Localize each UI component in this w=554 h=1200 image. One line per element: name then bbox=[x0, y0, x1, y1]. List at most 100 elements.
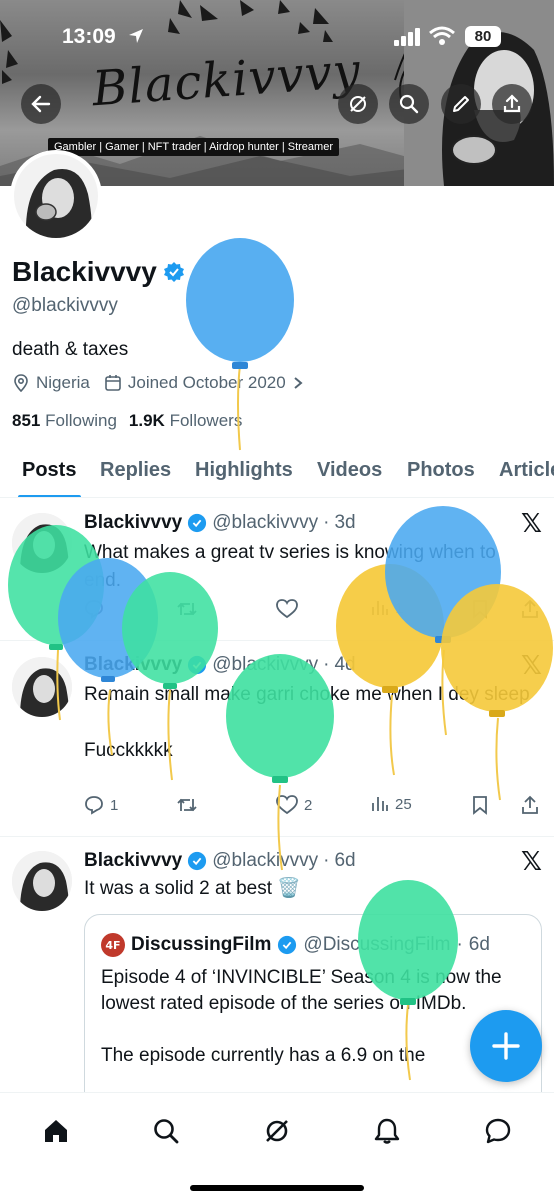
profile-name: Blackivvvy bbox=[12, 256, 157, 287]
status-bar: 13:09 80 bbox=[0, 22, 554, 52]
post-header: Blackivvvy @blackivvvy · 3d bbox=[84, 512, 356, 534]
nav-search[interactable] bbox=[146, 1111, 186, 1151]
post-actions: 1 bbox=[80, 599, 540, 625]
share-icon bbox=[503, 94, 521, 113]
grok-icon bbox=[350, 96, 366, 112]
quoted-separator: · bbox=[456, 934, 463, 955]
quoted-post-text: Episode 4 of ‘INVINCIBLE’ Season 4 is no… bbox=[101, 967, 502, 1066]
grok-button[interactable] bbox=[338, 84, 378, 124]
profile-joined-date: Joined October 2020 bbox=[127, 373, 286, 392]
repost-button[interactable] bbox=[176, 599, 198, 619]
repost-icon bbox=[177, 798, 197, 812]
search-icon bbox=[399, 94, 419, 114]
tab-posts[interactable]: Posts bbox=[22, 459, 76, 482]
nav-messages[interactable] bbox=[478, 1111, 518, 1151]
repost-icon bbox=[177, 602, 197, 616]
post-item[interactable]: Blackivvvy @blackivvvy · 4d 𝕏 Remain sma… bbox=[0, 641, 554, 837]
post-item[interactable]: Blackivvvy @blackivvvy · 3d 𝕏 What makes… bbox=[0, 499, 554, 641]
chevron-right-icon[interactable] bbox=[292, 376, 304, 390]
wifi-icon bbox=[429, 26, 455, 45]
chat-bubble-icon bbox=[485, 1118, 511, 1144]
post-author-handle: @blackivvvy bbox=[212, 512, 319, 533]
reply-count: 1 bbox=[110, 796, 119, 814]
grok-icon bbox=[266, 1120, 288, 1142]
share-icon bbox=[522, 599, 538, 618]
tab-replies[interactable]: Replies bbox=[100, 459, 171, 482]
views-button[interactable]: 1 bbox=[371, 599, 403, 617]
back-button[interactable] bbox=[21, 84, 61, 124]
reply-button[interactable] bbox=[84, 599, 104, 619]
nav-grok[interactable] bbox=[257, 1111, 297, 1151]
views-button[interactable]: 25 bbox=[371, 795, 412, 813]
share-button[interactable] bbox=[492, 84, 532, 124]
quoted-author-handle: @DiscussingFilm bbox=[303, 934, 451, 955]
bottom-navigation bbox=[0, 1092, 554, 1200]
views-count: 25 bbox=[395, 795, 412, 813]
status-time: 13:09 bbox=[62, 25, 116, 48]
profile-handle: @blackivvvy bbox=[12, 295, 118, 316]
home-indicator bbox=[190, 1185, 364, 1191]
post-time: 3d bbox=[334, 512, 356, 533]
share-post-button[interactable] bbox=[520, 599, 540, 619]
verified-badge-icon[interactable] bbox=[163, 261, 185, 283]
post-text: Remain small make garri choke me when I … bbox=[84, 684, 530, 761]
quoted-post-header: 4F DiscussingFilm @DiscussingFilm · 6d bbox=[101, 933, 490, 957]
following-label: Following bbox=[45, 411, 117, 430]
tab-photos[interactable]: Photos bbox=[407, 459, 475, 482]
heart-icon bbox=[276, 599, 298, 619]
quoted-time: 6d bbox=[468, 934, 490, 955]
like-count: 2 bbox=[304, 796, 313, 814]
avatar-image bbox=[14, 154, 98, 238]
post-time: 4d bbox=[334, 654, 356, 675]
nav-home[interactable] bbox=[36, 1111, 76, 1151]
share-icon bbox=[522, 795, 538, 814]
arrow-left-icon bbox=[31, 95, 51, 113]
bookmark-icon bbox=[473, 796, 487, 815]
post-author-name[interactable]: Blackivvvy bbox=[84, 850, 182, 872]
x-logo-icon: 𝕏 bbox=[521, 846, 542, 876]
profile-meta: Nigeria Joined October 2020 bbox=[12, 373, 304, 393]
tab-highlights[interactable]: Highlights bbox=[195, 459, 293, 482]
post-separator: · bbox=[323, 512, 330, 533]
verified-badge-icon bbox=[188, 851, 207, 871]
post-text: It was a solid 2 at best 🗑️ bbox=[84, 878, 301, 899]
compose-post-button[interactable] bbox=[470, 1010, 542, 1082]
views-count: 1 bbox=[395, 599, 404, 617]
followers-count: 1.9K bbox=[128, 411, 165, 430]
bell-icon bbox=[374, 1118, 400, 1144]
tab-videos[interactable]: Videos bbox=[317, 459, 382, 482]
plus-icon bbox=[492, 1032, 520, 1060]
reply-icon bbox=[85, 796, 103, 815]
search-button[interactable] bbox=[389, 84, 429, 124]
post-author-handle: @blackivvvy bbox=[212, 654, 319, 675]
quoted-post[interactable]: 4F DiscussingFilm @DiscussingFilm · 6d E… bbox=[84, 914, 542, 1114]
like-button[interactable] bbox=[276, 599, 298, 619]
post-avatar[interactable] bbox=[12, 513, 72, 573]
post-author-name[interactable]: Blackivvvy bbox=[84, 512, 182, 534]
profile-name-row: Blackivvvy bbox=[12, 256, 185, 288]
post-author-name[interactable]: Blackivvvy bbox=[84, 654, 182, 676]
post-avatar[interactable] bbox=[12, 851, 72, 911]
reply-button[interactable]: 1 bbox=[84, 795, 118, 815]
nav-notifications[interactable] bbox=[367, 1111, 407, 1151]
quoted-author-name[interactable]: DiscussingFilm bbox=[131, 934, 271, 956]
followers-link[interactable]: 1.9K Followers bbox=[129, 411, 242, 431]
post-header: Blackivvvy @blackivvvy · 4d bbox=[84, 654, 356, 676]
banner-tagline: Gambler | Gamer | NFT trader | Airdrop h… bbox=[48, 138, 339, 156]
bookmark-button[interactable] bbox=[472, 795, 488, 815]
tab-articles[interactable]: Articles bbox=[499, 459, 554, 482]
like-button[interactable]: 2 bbox=[276, 795, 312, 815]
repost-button[interactable] bbox=[176, 795, 198, 815]
bookmark-button[interactable] bbox=[472, 599, 488, 619]
post-header: Blackivvvy @blackivvvy · 6d bbox=[84, 850, 356, 872]
verified-badge-icon bbox=[278, 935, 297, 955]
calendar-icon bbox=[105, 375, 121, 391]
edit-profile-button[interactable] bbox=[441, 84, 481, 124]
following-link[interactable]: 851 Following bbox=[12, 411, 117, 431]
pencil-icon bbox=[453, 96, 469, 112]
post-avatar[interactable] bbox=[12, 657, 72, 717]
location-arrow-icon bbox=[129, 29, 143, 43]
profile-avatar[interactable] bbox=[10, 150, 102, 242]
battery-indicator: 80 bbox=[465, 26, 501, 47]
share-post-button[interactable] bbox=[520, 795, 540, 815]
